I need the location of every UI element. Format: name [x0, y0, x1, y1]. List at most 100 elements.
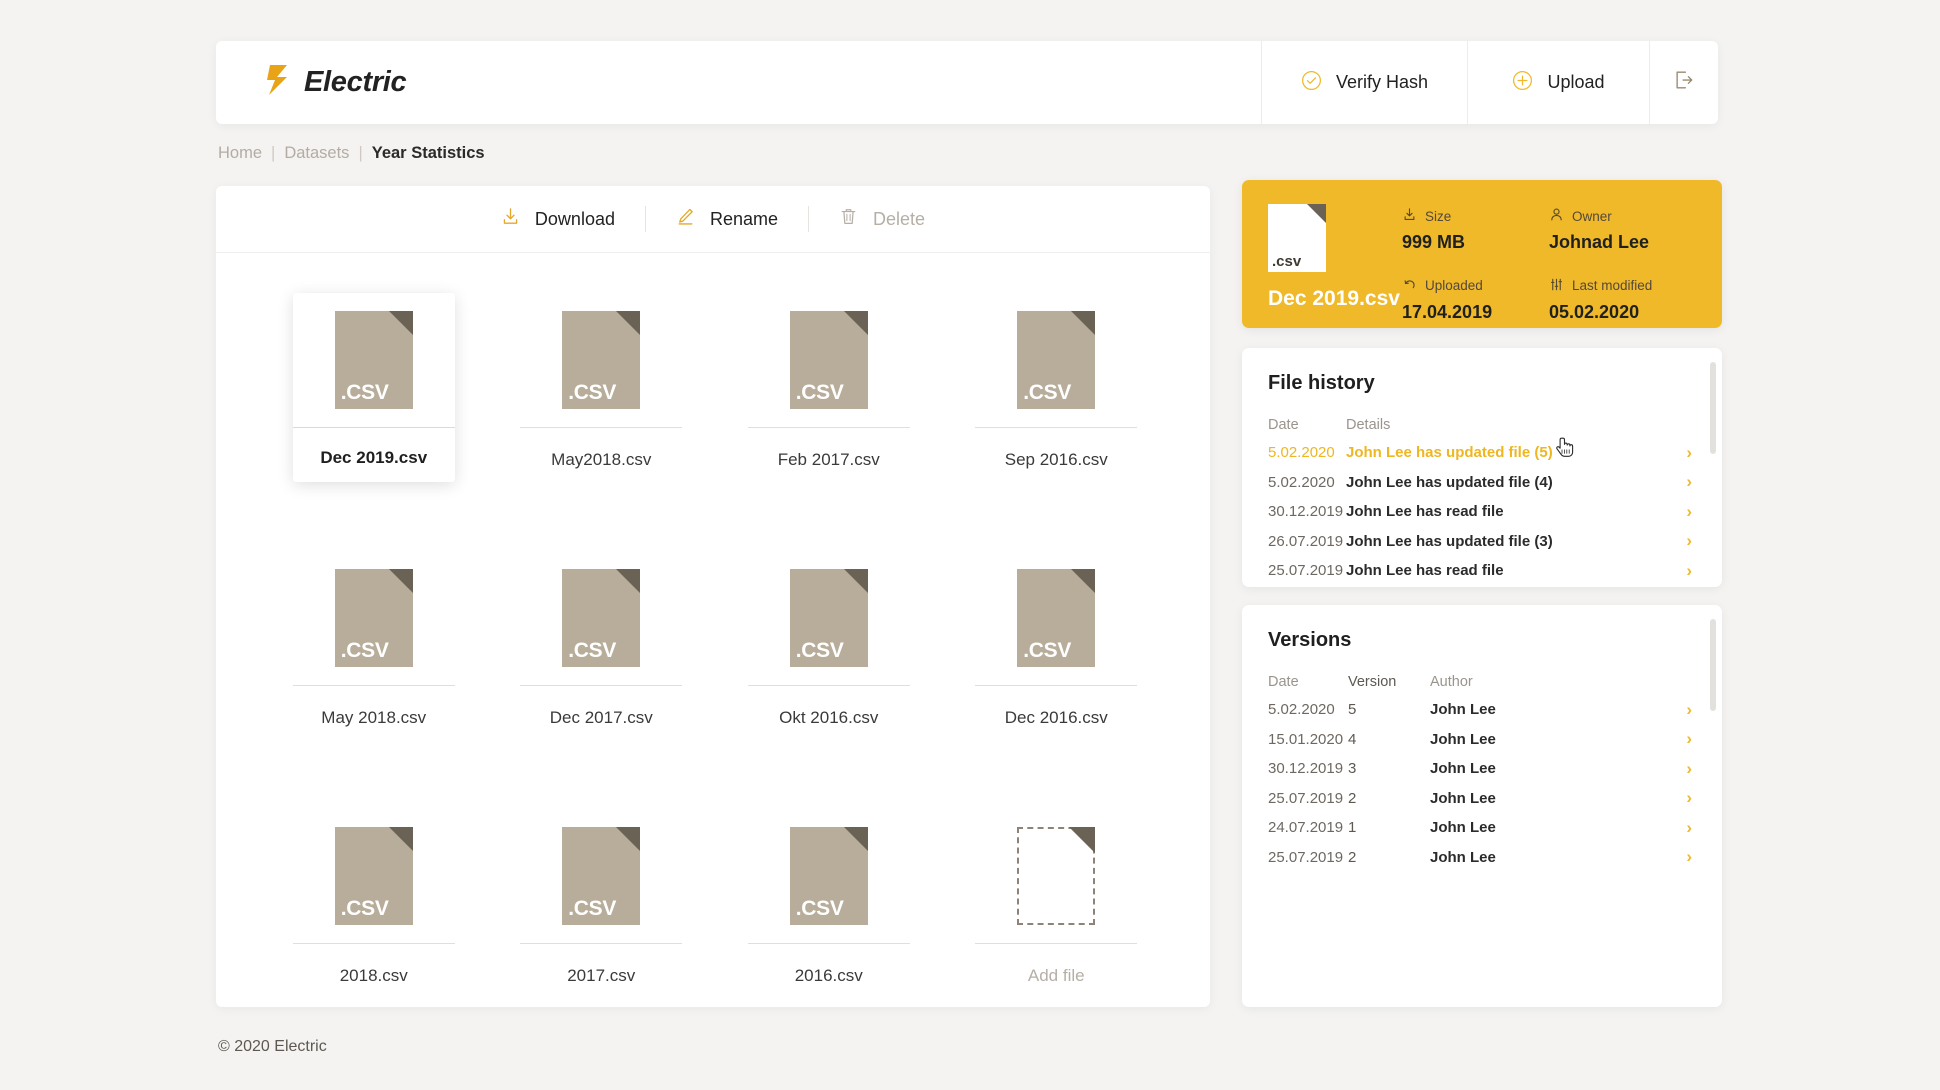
- file-card[interactable]: .CSV Dec 2019.csv: [292, 293, 455, 482]
- history-details: John Lee has updated file (5): [1346, 444, 1553, 462]
- file-card[interactable]: .CSV May2018.csv: [520, 293, 683, 470]
- file-cell[interactable]: .CSV Dec 2016.csv: [943, 529, 1171, 787]
- file-card-divider: [975, 685, 1138, 686]
- chevron-right-icon[interactable]: ›: [1686, 847, 1692, 867]
- file-cell[interactable]: .CSV Sep 2016.csv: [943, 271, 1171, 529]
- brand-name: Electric: [304, 66, 407, 98]
- pencil-icon: [676, 207, 695, 231]
- files-grid: .CSV Dec 2019.csv .CSV May2018.csv .CSV Feb 2…: [260, 271, 1170, 1007]
- file-info-identity: .csv Dec 2019.csv: [1268, 204, 1402, 328]
- files-scroll-area[interactable]: .CSV Dec 2019.csv .CSV May2018.csv .CSV Feb 2…: [216, 253, 1210, 1007]
- file-card-divider: [975, 943, 1138, 944]
- chevron-right-icon[interactable]: ›: [1686, 818, 1692, 838]
- file-cell[interactable]: .CSV Feb 2017.csv: [715, 271, 943, 529]
- chevron-right-icon[interactable]: ›: [1686, 443, 1692, 463]
- trash-icon: [839, 207, 858, 231]
- file-cell[interactable]: .CSV Dec 2019.csv: [260, 271, 488, 529]
- file-card[interactable]: .CSV May 2018.csv: [292, 551, 455, 728]
- app-header: Electric Verify Hash Upload: [216, 41, 1718, 124]
- download-button[interactable]: Download: [471, 207, 645, 231]
- file-cell[interactable]: .CSV Dec 2017.csv: [488, 529, 716, 787]
- chevron-right-icon[interactable]: ›: [1686, 472, 1692, 492]
- page-fold-corner: [1071, 311, 1096, 335]
- brand-logo[interactable]: Electric: [216, 41, 1261, 124]
- field-value: Johnad Lee: [1549, 232, 1650, 252]
- page-fold-corner: [1071, 569, 1096, 593]
- file-card[interactable]: .CSV Sep 2016.csv: [975, 293, 1138, 470]
- version-author: John Lee: [1430, 789, 1496, 807]
- page-fold-corner: [616, 569, 641, 593]
- file-cell[interactable]: .CSV May2018.csv: [488, 271, 716, 529]
- file-card-divider: [292, 427, 455, 428]
- chevron-right-icon[interactable]: ›: [1686, 561, 1692, 581]
- file-card[interactable]: Add file: [975, 809, 1138, 986]
- csv-file-icon: .CSV: [1017, 311, 1096, 409]
- add-file-cell[interactable]: Add file: [943, 787, 1171, 1007]
- file-history-row[interactable]: 26.07.2019 John Lee has updated file (3) ›: [1268, 527, 1696, 557]
- file-extension-label: .CSV: [795, 639, 844, 662]
- versions-scrollbar-thumb[interactable]: [1710, 619, 1716, 711]
- version-row[interactable]: 25.07.2019 2 John Lee ›: [1268, 784, 1696, 814]
- file-card[interactable]: .CSV 2017.csv: [520, 809, 683, 986]
- file-cell[interactable]: .CSV 2016.csv: [715, 787, 943, 1007]
- file-history-row[interactable]: 25.07.2019 John Lee has read file ›: [1268, 556, 1696, 586]
- version-row[interactable]: 25.07.2019 2 John Lee ›: [1268, 843, 1696, 873]
- file-card[interactable]: .CSV 2018.csv: [292, 809, 455, 986]
- column-header-date: Date: [1268, 417, 1299, 433]
- history-date: 5.02.2020: [1268, 473, 1335, 491]
- breadcrumb-item-datasets[interactable]: Datasets: [284, 144, 349, 163]
- version-author: John Lee: [1430, 701, 1496, 719]
- version-row[interactable]: 24.07.2019 1 John Lee ›: [1268, 813, 1696, 843]
- version-date: 5.02.2020: [1268, 701, 1335, 719]
- file-history-row[interactable]: 30.12.2019 John Lee has read file ›: [1268, 497, 1696, 527]
- file-history-row[interactable]: 5.02.2020 John Lee has updated file (4) ›: [1268, 468, 1696, 498]
- version-row[interactable]: 15.01.2020 4 John Lee ›: [1268, 725, 1696, 755]
- version-row[interactable]: 30.12.2019 3 John Lee ›: [1268, 754, 1696, 784]
- file-extension-label: .CSV: [340, 381, 389, 404]
- rename-button[interactable]: Rename: [646, 207, 808, 231]
- history-date: 5.02.2020: [1268, 444, 1335, 462]
- file-card[interactable]: .CSV 2016.csv: [747, 809, 910, 986]
- breadcrumb-item-home[interactable]: Home: [218, 144, 262, 163]
- chevron-right-icon[interactable]: ›: [1686, 700, 1692, 720]
- file-card[interactable]: .CSV Dec 2017.csv: [520, 551, 683, 728]
- chevron-right-icon[interactable]: ›: [1686, 759, 1692, 779]
- file-cell[interactable]: .CSV 2018.csv: [260, 787, 488, 1007]
- chevron-right-icon[interactable]: ›: [1686, 788, 1692, 808]
- chevron-right-icon[interactable]: ›: [1686, 729, 1692, 749]
- history-details: John Lee has updated file (4): [1346, 473, 1553, 491]
- version-row[interactable]: 5.02.2020 5 John Lee ›: [1268, 695, 1696, 725]
- csv-file-icon: .CSV: [562, 827, 641, 925]
- rename-label: Rename: [709, 208, 779, 229]
- file-cell[interactable]: .CSV Okt 2016.csv: [715, 529, 943, 787]
- verify-hash-button[interactable]: Verify Hash: [1261, 41, 1467, 124]
- app-root: Electric Verify Hash Upload Home | Datas…: [0, 0, 1940, 1090]
- file-info-card: .csv Dec 2019.csv Size 999 MB Owner Johnad …: [1242, 180, 1722, 328]
- delete-button[interactable]: Delete: [809, 207, 955, 231]
- page-fold-corner: [388, 311, 413, 335]
- chevron-right-icon[interactable]: ›: [1686, 502, 1692, 522]
- delete-label: Delete: [873, 208, 926, 229]
- file-history-row[interactable]: 25.07.2019John Lee has updated file (2)›: [1268, 586, 1696, 588]
- upload-button[interactable]: Upload: [1467, 41, 1649, 124]
- file-card[interactable]: .CSV Dec 2016.csv: [975, 551, 1138, 728]
- logout-button[interactable]: [1649, 41, 1718, 124]
- file-name-label: Dec 2016.csv: [1004, 708, 1108, 727]
- file-extension-label: .CSV: [568, 897, 617, 920]
- plus-circle-icon: [1512, 70, 1533, 96]
- file-cell[interactable]: .CSV May 2018.csv: [260, 529, 488, 787]
- file-info-field: Last modified 05.02.2020: [1549, 277, 1696, 329]
- breadcrumb: Home | Datasets | Year Statistics: [218, 144, 485, 163]
- file-card[interactable]: .CSV Okt 2016.csv: [747, 551, 910, 728]
- file-history-row[interactable]: 5.02.2020 John Lee has updated file (5) ›: [1268, 438, 1696, 468]
- file-info-fields: Size 999 MB Owner Johnad Lee Uploaded 17.04.2…: [1402, 204, 1696, 328]
- versions-panel: Versions Date Version Author 5.02.2020 5 J…: [1242, 605, 1722, 1007]
- file-card[interactable]: .CSV Feb 2017.csv: [747, 293, 910, 470]
- breadcrumb-separator: |: [358, 144, 363, 162]
- file-card-divider: [747, 685, 910, 686]
- upload-label: Upload: [1547, 72, 1605, 92]
- chevron-right-icon[interactable]: ›: [1686, 531, 1692, 551]
- file-cell[interactable]: .CSV 2017.csv: [488, 787, 716, 1007]
- version-number: 1: [1348, 819, 1357, 837]
- file-history-scrollbar-thumb[interactable]: [1710, 362, 1716, 454]
